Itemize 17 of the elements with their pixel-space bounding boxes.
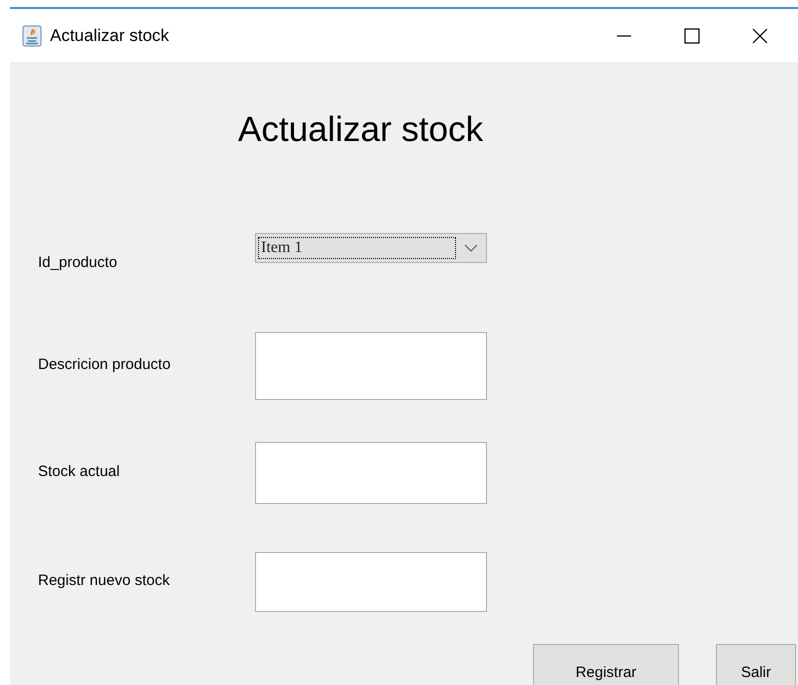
minimize-icon (617, 35, 631, 38)
form-heading: Actualizar stock (238, 109, 484, 151)
field-label: Id_producto (38, 253, 118, 273)
text-field[interactable] (255, 552, 487, 612)
chevron-down-icon (464, 244, 478, 252)
field-label: Registr nuevo stock (38, 571, 171, 592)
maximize-icon (683, 27, 701, 46)
field-label: Descricion producto (38, 355, 172, 376)
close-icon (751, 27, 769, 46)
text-field[interactable] (255, 442, 487, 504)
field-label: Stock actual (38, 462, 121, 482)
exit-button[interactable]: Salir (716, 644, 796, 685)
register-button[interactable]: Registrar (533, 644, 679, 685)
app-icon (22, 24, 42, 46)
window-title: Actualizar stock (50, 24, 170, 47)
text-field[interactable] (255, 332, 487, 400)
product-dropdown[interactable]: Item 1 (255, 233, 487, 263)
